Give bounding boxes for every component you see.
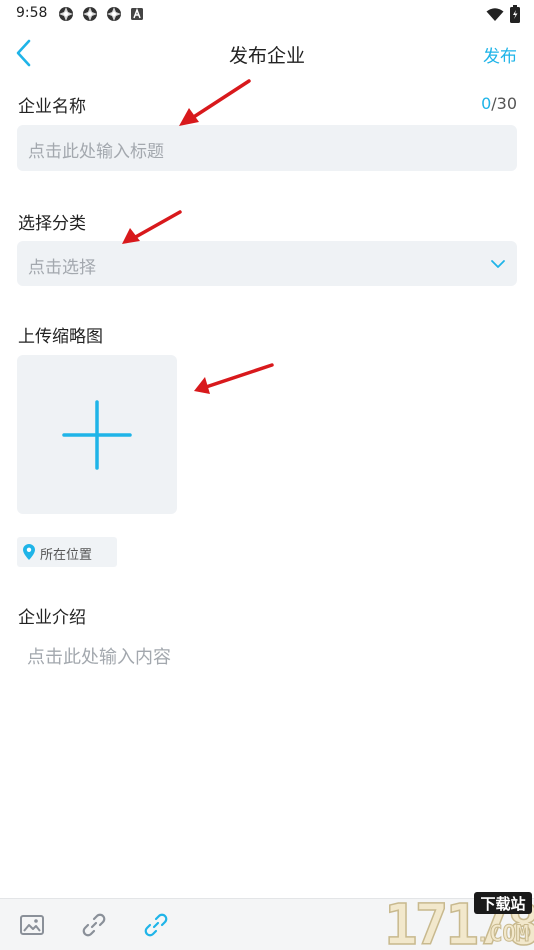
char-counter: 0/30	[481, 94, 517, 113]
svg-text:.COM: .COM	[476, 922, 529, 947]
status-system-icons	[486, 5, 520, 27]
insert-image-button[interactable]	[18, 911, 46, 939]
insert-link-active-button[interactable]	[142, 911, 170, 939]
thumbnail-upload-button[interactable]	[17, 355, 177, 514]
category-placeholder: 点击选择	[28, 258, 96, 278]
battery-icon	[510, 5, 520, 27]
chevron-down-icon	[491, 260, 505, 268]
annotation-arrow	[194, 363, 274, 394]
intro-label: 企业介绍	[18, 608, 86, 628]
image-icon	[20, 915, 44, 935]
location-pin-icon	[23, 544, 35, 560]
link-icon	[82, 913, 106, 937]
site-watermark-logo: 17178 下载站 .COM	[383, 892, 534, 950]
location-label: 所在位置	[40, 548, 93, 563]
status-time: 9:58	[16, 5, 48, 21]
app-notification-icon	[58, 6, 74, 22]
wifi-icon	[486, 7, 504, 26]
company-name-input[interactable]: 点击此处输入标题	[17, 125, 517, 171]
app-notification-icon	[82, 6, 98, 22]
insert-link-button[interactable]	[80, 911, 108, 939]
company-name-label: 企业名称	[18, 97, 86, 117]
plus-icon	[62, 400, 132, 470]
location-button[interactable]: 所在位置	[17, 537, 117, 567]
category-select[interactable]: 点击选择	[17, 241, 517, 286]
status-bar: 9:58	[0, 0, 534, 28]
company-name-placeholder: 点击此处输入标题	[28, 142, 164, 162]
a-notification-icon	[130, 6, 146, 22]
char-counter-current: 0	[481, 94, 492, 113]
intro-textarea[interactable]: 点击此处输入内容	[27, 643, 171, 669]
category-label: 选择分类	[18, 214, 86, 234]
nav-bar: 发布企业 发布	[0, 28, 534, 78]
back-button[interactable]	[12, 38, 38, 68]
annotation-arrow	[179, 79, 251, 126]
page-title: 发布企业	[228, 45, 305, 67]
status-notification-icons	[58, 6, 146, 22]
char-counter-max: /30	[491, 94, 517, 113]
link-icon	[144, 913, 168, 937]
svg-text:下载站: 下载站	[480, 895, 525, 913]
thumbnail-label: 上传缩略图	[18, 327, 103, 347]
annotation-arrow	[122, 210, 182, 244]
chevron-left-icon	[16, 39, 31, 67]
publish-button[interactable]: 发布	[483, 42, 517, 67]
app-notification-icon	[106, 6, 122, 22]
